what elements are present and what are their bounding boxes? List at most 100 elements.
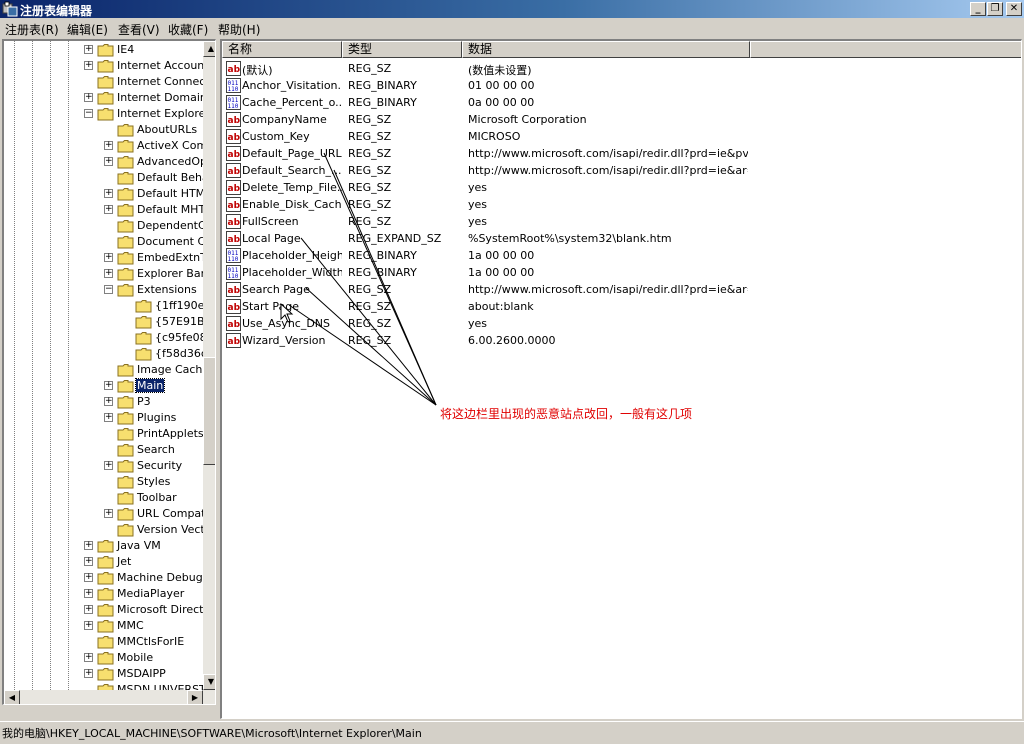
binary-value-icon: 011110 (226, 78, 241, 93)
value-type: REG_SZ (348, 215, 392, 228)
menu-registry[interactable]: 注册表(R) (5, 21, 59, 38)
value-list-pane[interactable]: 名称 类型 数据 ab (默认) REG_SZ (数值未设置) 011 110 Anchor… (220, 39, 1022, 719)
scroll-down-button[interactable]: ▼ (203, 674, 215, 690)
expand-icon[interactable]: + (84, 573, 93, 582)
string-value-icon: ab (226, 333, 241, 348)
value-name: CompanyName (242, 113, 327, 126)
svg-text:ab: ab (228, 184, 241, 194)
expand-icon[interactable]: + (84, 653, 93, 662)
tree-horizontal-scrollbar[interactable]: ◀ ▶ (4, 690, 203, 704)
expand-icon[interactable]: + (84, 541, 93, 550)
list-item[interactable]: ab (默认) REG_SZ (数值未设置) (222, 60, 1012, 77)
value-name: (默认) (242, 64, 273, 77)
list-item[interactable]: ab FullScreen REG_SZ yes (222, 213, 1012, 230)
menu-edit[interactable]: 编辑(E) (67, 21, 108, 38)
svg-text:110: 110 (228, 86, 239, 93)
value-data: yes (468, 317, 488, 330)
folder-icon (117, 444, 134, 457)
tree-node-label: {1ff190e (155, 299, 205, 312)
scroll-thumb[interactable] (203, 357, 215, 465)
expand-icon[interactable]: + (104, 189, 113, 198)
tree-node-label: Jet (117, 555, 132, 568)
value-type: REG_SZ (348, 164, 392, 177)
expand-icon[interactable]: + (104, 509, 113, 518)
maximize-button[interactable]: ❐ (987, 2, 1003, 16)
list-item[interactable]: ab Default_Search_... REG_SZ http://www.mic… (222, 162, 1012, 179)
expand-icon[interactable]: + (84, 589, 93, 598)
list-item[interactable]: ab Search Page REG_SZ http://www.microsoft.… (222, 281, 1012, 298)
svg-text:ab: ab (228, 337, 241, 347)
expand-icon[interactable]: + (84, 669, 93, 678)
svg-text:ab: ab (228, 320, 241, 330)
folder-icon (117, 140, 134, 153)
svg-text:ab: ab (228, 218, 241, 228)
expand-icon[interactable]: + (104, 253, 113, 262)
list-item[interactable]: ab Default_Page_URL REG_SZ http://www.micro… (222, 145, 1012, 162)
tree-vertical-scrollbar[interactable]: ▲ ▼ (203, 41, 215, 704)
folder-icon (97, 588, 114, 601)
value-name: Placeholder_Height (242, 249, 342, 262)
expand-icon[interactable]: + (84, 605, 93, 614)
value-name: Search Page (242, 283, 310, 296)
list-item[interactable]: 011 110 Placeholder_Width REG_BINARY 1a 00 0… (222, 264, 1012, 281)
folder-icon (117, 284, 134, 297)
expand-icon[interactable]: + (84, 61, 93, 70)
list-item[interactable]: ab Delete_Temp_File... REG_SZ yes (222, 179, 1012, 196)
tree-node-label: Mobile (117, 651, 154, 664)
list-item[interactable]: ab Custom_Key REG_SZ MICROSO (222, 128, 1012, 145)
menu-favorites[interactable]: 收藏(F) (168, 21, 208, 38)
svg-text:ab: ab (228, 235, 241, 245)
scroll-up-button[interactable]: ▲ (203, 41, 215, 57)
value-type: REG_BINARY (348, 249, 417, 262)
value-name: Enable_Disk_Cache (242, 198, 342, 211)
collapse-icon[interactable]: − (104, 285, 113, 294)
expand-icon[interactable]: + (104, 157, 113, 166)
expand-icon[interactable]: + (104, 205, 113, 214)
menu-view[interactable]: 查看(V) (118, 21, 160, 38)
value-data: (数值未设置) (468, 64, 532, 77)
list-item[interactable]: 011 110 Placeholder_Height REG_BINARY 1a 00 … (222, 247, 1012, 264)
list-item[interactable]: ab Wizard_Version REG_SZ 6.00.2600.0000 (222, 332, 1012, 349)
column-header-name[interactable]: 名称 (222, 41, 342, 58)
string-value-icon: ab (226, 299, 241, 314)
expand-icon[interactable]: + (104, 413, 113, 422)
folder-icon (97, 636, 114, 649)
list-item[interactable]: ab CompanyName REG_SZ Microsoft Corporation (222, 111, 1012, 128)
list-item[interactable]: ab Enable_Disk_Cache REG_SZ yes (222, 196, 1012, 213)
title-bar[interactable]: 注册表编辑器 _ ❐ ✕ (0, 0, 1024, 18)
string-value-icon: ab (226, 112, 241, 127)
menu-help[interactable]: 帮助(H) (218, 21, 260, 38)
expand-icon[interactable]: + (104, 141, 113, 150)
folder-icon (117, 460, 134, 473)
value-data: http://www.microsoft.com/isapi/redir.dll… (468, 283, 748, 296)
scroll-right-button[interactable]: ▶ (187, 690, 203, 704)
list-item[interactable]: 011 110 Anchor_Visitation... REG_BINARY 01 0… (222, 77, 1012, 94)
list-item[interactable]: ab Use_Async_DNS REG_SZ yes (222, 315, 1012, 332)
column-header-data[interactable]: 数据 (462, 41, 750, 58)
value-type: REG_SZ (348, 283, 392, 296)
expand-icon[interactable]: + (104, 381, 113, 390)
expand-icon[interactable]: + (104, 397, 113, 406)
minimize-button[interactable]: _ (970, 2, 986, 16)
expand-icon[interactable]: + (84, 45, 93, 54)
key-tree-pane[interactable]: + IE4 + Internet Account Internet Connect + In… (2, 39, 216, 705)
string-value-icon: ab (226, 197, 241, 212)
value-name: Cache_Percent_o... (242, 96, 342, 109)
column-header-type[interactable]: 类型 (342, 41, 462, 58)
expand-icon[interactable]: + (104, 269, 113, 278)
scroll-left-button[interactable]: ◀ (4, 690, 20, 704)
expand-icon[interactable]: + (84, 621, 93, 630)
expand-icon[interactable]: + (84, 557, 93, 566)
list-item[interactable]: ab Start Page REG_SZ about:blank (222, 298, 1012, 315)
folder-icon (117, 508, 134, 521)
expand-icon[interactable]: + (104, 461, 113, 470)
list-item[interactable]: 011 110 Cache_Percent_o... REG_BINARY 0a 00 … (222, 94, 1012, 111)
collapse-icon[interactable]: − (84, 109, 93, 118)
list-item[interactable]: ab Local Page REG_EXPAND_SZ %SystemRoot%\sy… (222, 230, 1012, 247)
close-button[interactable]: ✕ (1006, 2, 1022, 16)
value-type: REG_EXPAND_SZ (348, 232, 442, 245)
folder-icon (117, 236, 134, 249)
value-type: REG_SZ (348, 181, 392, 194)
expand-icon[interactable]: + (84, 93, 93, 102)
tree-node-label: Internet Connect (117, 75, 210, 88)
